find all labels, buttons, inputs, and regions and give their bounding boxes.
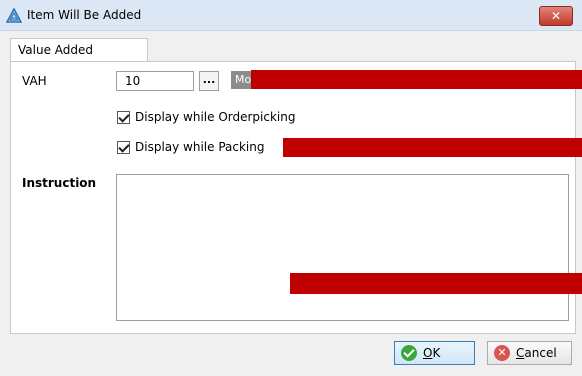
ok-button[interactable]: OK [394, 341, 475, 365]
display-packing-row[interactable]: Display while Packing [117, 139, 265, 155]
display-orderpicking-label: Display while Orderpicking [135, 110, 296, 124]
display-orderpicking-checkbox[interactable] [117, 110, 130, 124]
vah-label: VAH [22, 74, 47, 88]
redaction-bar [290, 273, 582, 294]
instruction-label: Instruction [22, 176, 97, 190]
ok-button-label: OK [423, 346, 441, 360]
display-packing-label: Display while Packing [135, 140, 265, 154]
window-title: Item Will Be Added [27, 8, 142, 22]
redaction-bar [283, 138, 582, 157]
x-circle-icon: ✕ [494, 345, 510, 361]
instruction-textarea[interactable] [116, 174, 569, 321]
redaction-bar [251, 70, 582, 89]
dialog-window: Item Will Be Added ✕ Value Added Handlin… [0, 0, 582, 376]
title-bar[interactable]: Item Will Be Added ✕ [0, 0, 582, 31]
close-button[interactable]: ✕ [539, 6, 573, 26]
cancel-button[interactable]: ✕ Cancel [487, 341, 572, 365]
checkmark-icon [401, 345, 417, 361]
close-icon: ✕ [550, 9, 562, 23]
display-orderpicking-row[interactable]: Display while Orderpicking [117, 109, 296, 125]
vah-browse-button[interactable]: ... [199, 71, 219, 91]
cancel-button-label: Cancel [516, 346, 557, 360]
app-logo-icon [6, 8, 22, 23]
mode-chip: Mo [231, 71, 253, 89]
tab-value-added-handling[interactable]: Value Added Handling [10, 38, 148, 79]
display-packing-checkbox[interactable] [117, 140, 130, 154]
vah-input[interactable]: 10 [116, 71, 194, 91]
